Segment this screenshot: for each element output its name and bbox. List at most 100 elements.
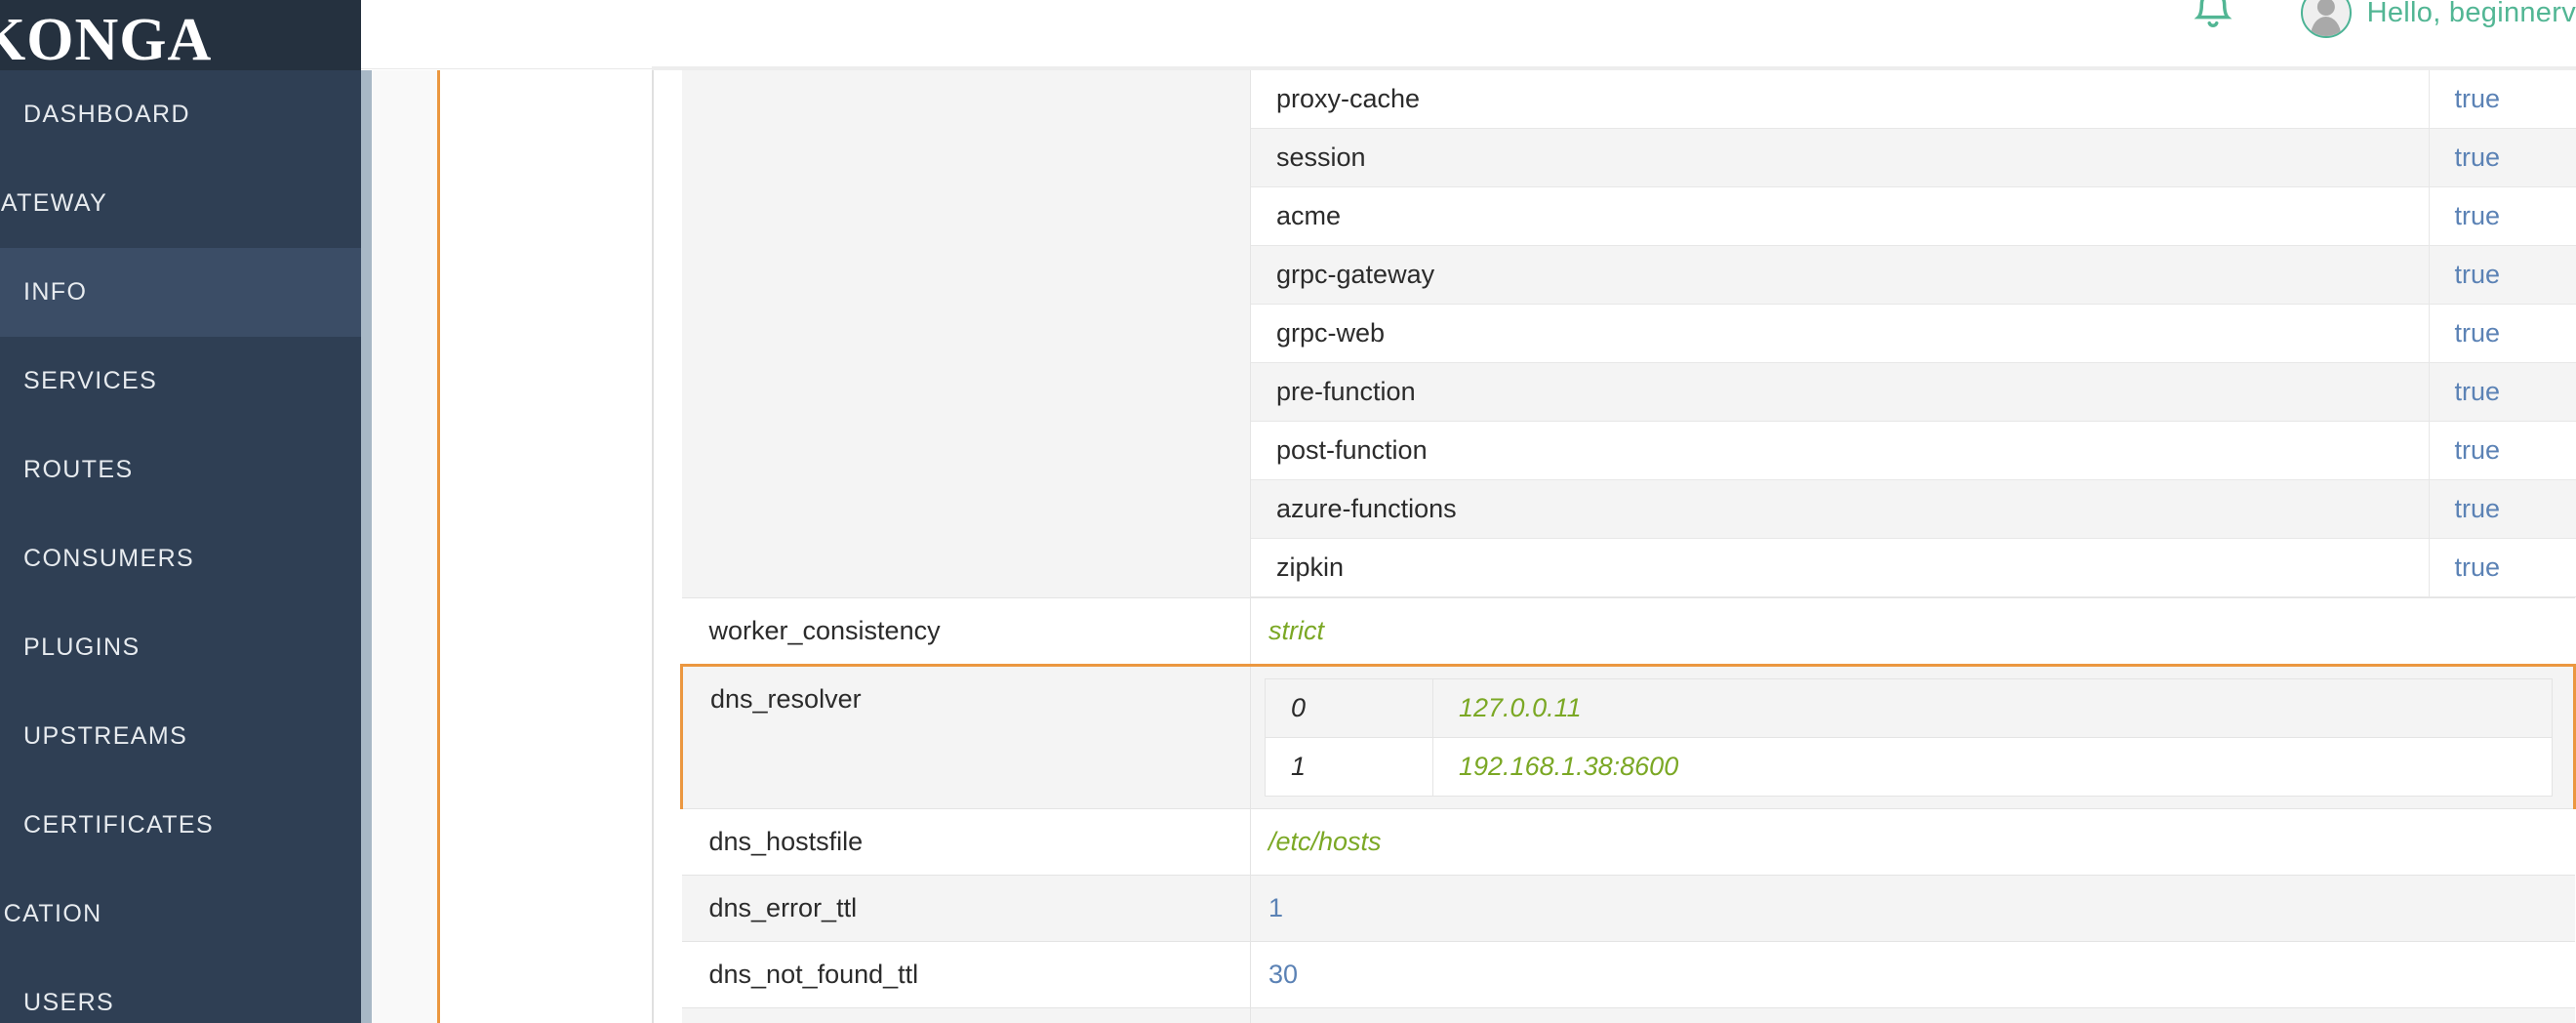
plugin-enabled-value: true <box>2429 421 2576 480</box>
sidebar-scrollbar-thumb[interactable] <box>361 70 372 1023</box>
avatar-head <box>2316 0 2335 17</box>
value-list-table: 0 127.0.0.11 1 192.168.1.38:8600 <box>1265 678 2553 797</box>
value-list-row: 1 192.168.1.38:8600 <box>1265 737 2553 797</box>
config-value: /etc/hosts <box>1250 808 2575 876</box>
plugin-name: proxy-cache <box>1251 70 2430 129</box>
plugin-enabled-value: true <box>2429 70 2576 129</box>
plugin-row: grpc-web true <box>1251 304 2576 363</box>
config-row: dns_resolver 0 127.0.0.11 1 192.168.1.38:860… <box>680 664 2576 809</box>
config-value: 30 <box>1250 941 2575 1008</box>
sidebar-item-lication[interactable]: LICATION <box>0 870 361 959</box>
avatar-body <box>2310 16 2342 36</box>
bell-icon[interactable] <box>2186 0 2240 40</box>
sidebar-item-label: LICATION <box>0 900 102 927</box>
boolean-value: true <box>2454 494 2501 523</box>
config-value: strict <box>1250 597 2575 666</box>
list-value: 127.0.0.11 <box>1432 678 2553 738</box>
config-table-body: proxy-cache true session true acme true grpc-g… <box>680 70 2576 1023</box>
sidebar-item-certificates[interactable]: CERTIFICATES <box>0 781 361 870</box>
sidebar-item-dashboard[interactable]: DASHBOARD <box>0 70 361 159</box>
plugin-row: acme true <box>1251 186 2576 246</box>
plugins-table: proxy-cache true session true acme true grpc-g… <box>1251 70 2576 597</box>
sidebar-item-routes[interactable]: ROUTES <box>0 426 361 514</box>
string-value: /etc/hosts <box>1268 827 1382 856</box>
sidebar-item-plugins[interactable]: PLUGINS <box>0 603 361 692</box>
sidebar-item-upstreams[interactable]: UPSTREAMS <box>0 692 361 781</box>
plugin-name: acme <box>1251 186 2430 246</box>
value-list-row: 0 127.0.0.11 <box>1265 678 2553 738</box>
config-row: dns_stale_ttl4 <box>681 1007 2575 1023</box>
config-key: dns_hostsfile <box>681 808 1251 876</box>
config-row-plugins: proxy-cache true session true acme true grpc-g… <box>681 70 2576 598</box>
plugin-row: proxy-cache true <box>1251 70 2576 129</box>
plugin-enabled-value: true <box>2429 538 2576 597</box>
plugin-name: zipkin <box>1251 538 2430 597</box>
plugin-name: grpc-web <box>1251 304 2430 363</box>
config-value: 0 127.0.0.11 1 192.168.1.38:8600 <box>1250 664 2576 809</box>
config-value: 4 <box>1250 1007 2575 1023</box>
boolean-value: true <box>2454 84 2501 113</box>
list-index: 1 <box>1265 737 1433 797</box>
sidebar-item-label: CERTIFICATES <box>23 811 215 839</box>
plugin-enabled-value: true <box>2429 128 2576 187</box>
string-value: 192.168.1.38:8600 <box>1459 752 1679 781</box>
sidebar-item-label: INFO <box>23 278 88 306</box>
plugin-name: azure-functions <box>1251 479 2430 539</box>
plugin-name: post-function <box>1251 421 2430 480</box>
config-key: dns_resolver <box>680 664 1251 809</box>
left-gutter <box>372 70 437 1023</box>
plugin-name: grpc-gateway <box>1251 245 2430 305</box>
boolean-value: true <box>2454 552 2501 582</box>
sidebar-item-label: DASHBOARD <box>23 101 190 128</box>
plugin-row: post-function true <box>1251 421 2576 480</box>
sidebar-item-consumers[interactable]: CONSUMERS <box>0 514 361 603</box>
string-value: 127.0.0.11 <box>1459 693 1582 722</box>
string-value: strict <box>1268 616 1324 645</box>
config-row: dns_not_found_ttl 30 <box>681 941 2575 1008</box>
config-value: 1 <box>1250 875 2575 942</box>
config-key: dns_error_ttl <box>681 875 1251 942</box>
plugin-name: session <box>1251 128 2430 187</box>
sidebar-item-label: GATEWAY <box>0 189 108 217</box>
sidebar-item-users[interactable]: USERS <box>0 959 361 1023</box>
content-panel-pad <box>440 70 652 1023</box>
sidebar-item-label: PLUGINS <box>23 634 141 661</box>
config-key: dns_stale_ttl <box>681 1007 1251 1023</box>
plugin-enabled-value: true <box>2429 362 2576 422</box>
boolean-value: true <box>2454 318 2501 348</box>
plugin-enabled-value: true <box>2429 479 2576 539</box>
panel-gap <box>654 70 680 1023</box>
avatar[interactable] <box>2300 0 2352 38</box>
config-table-scroll[interactable]: proxy-cache true session true acme true grpc-g… <box>680 70 2576 1023</box>
boolean-value: true <box>2454 377 2501 406</box>
plugin-row: zipkin true <box>1251 538 2576 597</box>
config-row: worker_consistency strict <box>681 597 2575 666</box>
boolean-value: true <box>2454 260 2501 289</box>
config-key: dns_not_found_ttl <box>681 941 1251 1008</box>
sidebar-item-gateway[interactable]: GATEWAY <box>0 159 361 248</box>
config-row: dns_error_ttl 1 <box>681 875 2575 942</box>
brand-logo-text: KONGA <box>0 7 213 73</box>
plugin-enabled-value: true <box>2429 186 2576 246</box>
sidebar-item-label: ROUTES <box>23 456 134 483</box>
boolean-value: true <box>2454 201 2501 230</box>
number-value: 30 <box>1268 960 1299 989</box>
plugin-enabled-value: true <box>2429 304 2576 363</box>
list-value: 192.168.1.38:8600 <box>1432 737 2553 797</box>
app-root: KONGA DASHBOARD GATEWAY INFO SERVICES ROUTES… <box>0 0 2576 1023</box>
config-key: worker_consistency <box>681 597 1251 666</box>
plugin-row: session true <box>1251 128 2576 187</box>
config-value-plugins: proxy-cache true session true acme true grpc-g… <box>1250 70 2576 598</box>
plugin-row: pre-function true <box>1251 362 2576 422</box>
plugin-row: azure-functions true <box>1251 479 2576 539</box>
sidebar-item-services[interactable]: SERVICES <box>0 337 361 426</box>
sidebar: KONGA DASHBOARD GATEWAY INFO SERVICES ROUTES… <box>0 0 361 1023</box>
user-greeting[interactable]: Hello, beginnerv <box>2367 0 2576 29</box>
sidebar-item-info[interactable]: INFO <box>0 248 361 337</box>
list-index: 0 <box>1265 678 1433 738</box>
boolean-value: true <box>2454 143 2501 172</box>
number-value: 1 <box>1268 893 1284 922</box>
brand-logo[interactable]: KONGA <box>0 0 361 70</box>
sidebar-item-label: CONSUMERS <box>23 545 195 572</box>
config-row: dns_hostsfile/etc/hosts <box>681 808 2575 876</box>
